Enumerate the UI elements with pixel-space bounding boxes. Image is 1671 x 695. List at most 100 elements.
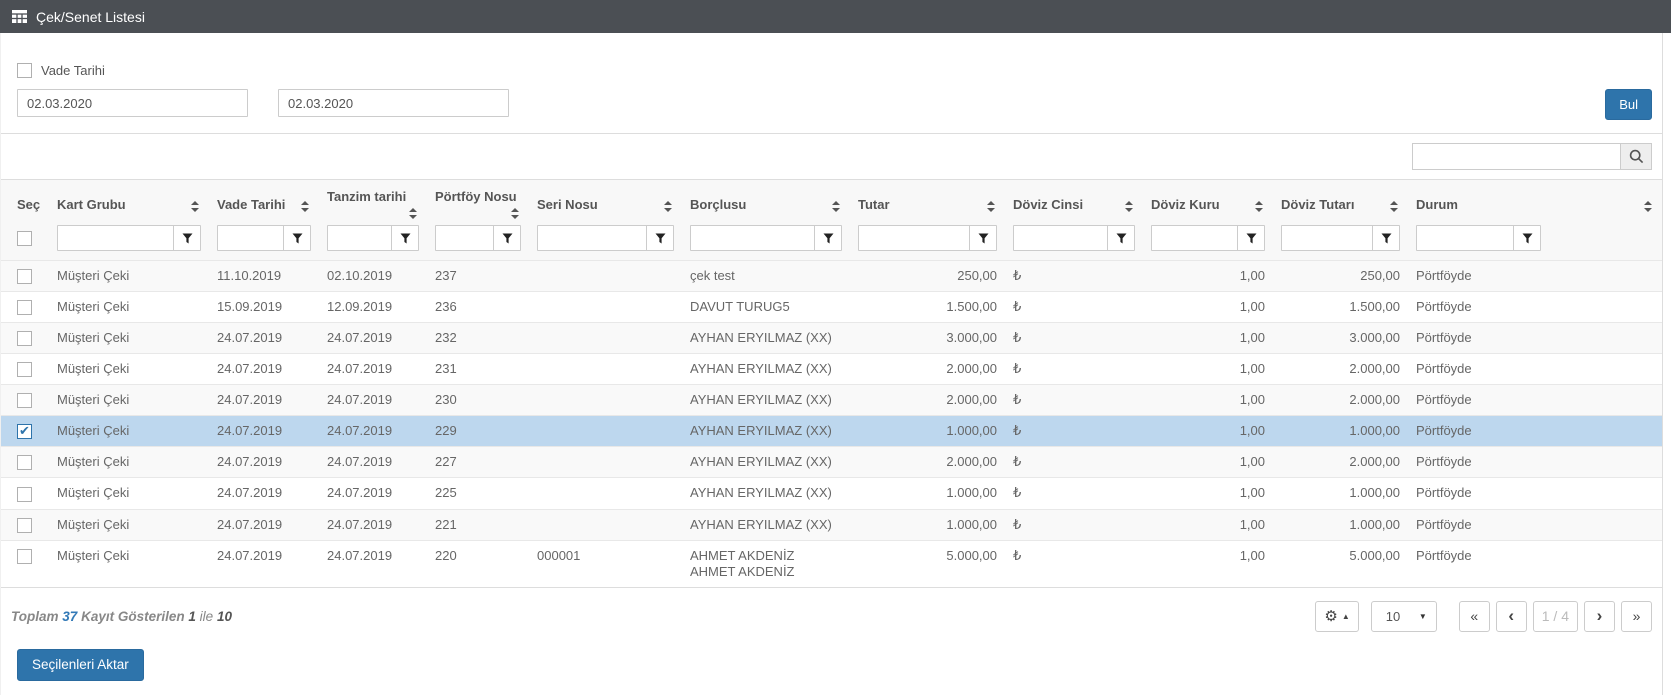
row-checkbox[interactable] <box>17 423 32 440</box>
column-header[interactable]: Kart Grubu <box>49 180 209 223</box>
row-checkbox[interactable] <box>17 455 32 471</box>
column-filter-input[interactable] <box>1014 226 1107 250</box>
column-filter-input[interactable] <box>538 226 646 250</box>
column-header[interactable]: Borçlusu <box>682 180 850 223</box>
cell-select <box>1 384 49 416</box>
cell-doviz-kuru: 1,00 <box>1143 259 1273 292</box>
cell-borclusu: AYHAN ERYILMAZ (XX) <box>682 353 850 385</box>
sort-icon[interactable] <box>1255 200 1263 212</box>
column-header[interactable]: Seç <box>1 180 49 223</box>
column-label: Tutar <box>858 196 890 212</box>
column-filter-button[interactable] <box>391 226 418 250</box>
funnel-icon <box>292 233 303 244</box>
column-header[interactable]: Seri Nosu <box>529 180 682 223</box>
date-from-input[interactable] <box>17 89 248 117</box>
cell-seri-nosu <box>529 291 682 323</box>
sort-icon[interactable] <box>1125 200 1133 212</box>
table-row[interactable]: Müşteri Çeki 11.10.2019 02.10.2019 237 ç… <box>1 259 1662 292</box>
column-filter-input[interactable] <box>218 226 283 250</box>
column-filter-button[interactable] <box>1237 226 1264 250</box>
table-row[interactable]: Müşteri Çeki 24.07.2019 24.07.2019 225 A… <box>1 477 1662 509</box>
search-button[interactable] <box>1620 143 1652 170</box>
column-filter-input[interactable] <box>859 226 969 250</box>
cell-durum: Pörtföyde <box>1408 291 1662 323</box>
cek-senet-table: Seç Kart Grubu Vade Tarihi Tanzim tarihi… <box>1 179 1662 587</box>
sort-icon[interactable] <box>409 208 417 219</box>
sort-icon[interactable] <box>191 200 199 212</box>
sort-icon[interactable] <box>1644 200 1652 212</box>
column-filter-button[interactable] <box>646 226 673 250</box>
table-row[interactable]: Müşteri Çeki 24.07.2019 24.07.2019 227 A… <box>1 446 1662 478</box>
row-checkbox[interactable] <box>17 517 32 533</box>
table-row[interactable]: Müşteri Çeki 24.07.2019 24.07.2019 229 A… <box>1 415 1662 447</box>
search-input[interactable] <box>1412 143 1620 170</box>
column-filter-button[interactable] <box>173 226 200 250</box>
cell-kart-grubu: Müşteri Çeki <box>49 291 209 323</box>
vade-tarihi-checkbox[interactable] <box>17 63 32 78</box>
cell-durum: Pörtföyde <box>1408 477 1662 509</box>
column-filter-button[interactable] <box>493 226 520 250</box>
export-selected-button[interactable]: Seçilenleri Aktar <box>17 648 144 681</box>
column-header[interactable]: Durum <box>1408 180 1662 223</box>
column-filter-input[interactable] <box>1152 226 1237 250</box>
table-row[interactable]: Müşteri Çeki 24.07.2019 24.07.2019 220 0… <box>1 539 1662 587</box>
column-header[interactable]: Pörtföy Nosu <box>427 180 529 223</box>
column-label: Borçlusu <box>690 196 747 212</box>
column-filter-button[interactable] <box>1107 226 1134 250</box>
sort-icon[interactable] <box>301 200 309 212</box>
date-to-input[interactable] <box>278 89 509 117</box>
cell-tanzim-tarihi: 24.07.2019 <box>319 415 427 447</box>
row-checkbox[interactable] <box>17 486 32 502</box>
column-filter-input[interactable] <box>436 226 493 250</box>
sort-icon[interactable] <box>987 200 995 212</box>
table-row[interactable]: Müşteri Çeki 24.07.2019 24.07.2019 221 A… <box>1 508 1662 541</box>
table-row[interactable]: Müşteri Çeki 24.07.2019 24.07.2019 232 A… <box>1 322 1662 354</box>
sort-icon[interactable] <box>664 200 672 212</box>
column-header[interactable]: Döviz Kuru <box>1143 180 1273 223</box>
cell-doviz-tutari: 5.000,00 <box>1273 539 1408 587</box>
column-filter-input[interactable] <box>1282 226 1372 250</box>
sort-icon[interactable] <box>511 208 519 219</box>
row-checkbox[interactable] <box>17 362 32 378</box>
column-filter-button[interactable] <box>814 226 841 250</box>
column-filter-button[interactable] <box>1513 226 1540 250</box>
row-checkbox[interactable] <box>17 548 32 564</box>
row-checkbox[interactable] <box>17 393 32 409</box>
column-filter <box>1151 225 1265 251</box>
sort-icon[interactable] <box>832 200 840 212</box>
next-page-button[interactable]: › <box>1584 600 1615 632</box>
column-header[interactable]: Tanzim tarihi <box>319 180 427 223</box>
column-filter-button[interactable] <box>969 226 996 250</box>
cell-doviz-tutari: 250,00 <box>1273 259 1408 292</box>
column-header[interactable]: Döviz Tutarı <box>1273 180 1408 223</box>
cell-doviz-tutari: 2.000,00 <box>1273 384 1408 416</box>
table-row[interactable]: Müşteri Çeki 24.07.2019 24.07.2019 230 A… <box>1 384 1662 416</box>
cell-portfoy-nosu: 237 <box>427 259 529 292</box>
first-page-button[interactable]: « <box>1458 600 1490 632</box>
sort-icon[interactable] <box>1390 200 1398 212</box>
find-button[interactable]: Bul <box>1605 89 1652 120</box>
column-filter <box>217 225 311 251</box>
row-checkbox[interactable] <box>17 269 32 285</box>
prev-page-button[interactable]: ‹ <box>1495 600 1527 632</box>
row-checkbox[interactable] <box>17 331 32 347</box>
column-filter-input[interactable] <box>328 226 391 250</box>
column-header[interactable]: Vade Tarihi <box>209 180 319 223</box>
column-filter-input[interactable] <box>1417 226 1513 250</box>
column-filter-button[interactable] <box>1372 226 1399 250</box>
page-size-select[interactable]: 10 ▼ <box>1370 600 1437 632</box>
cell-tanzim-tarihi: 24.07.2019 <box>319 446 427 478</box>
select-all-checkbox[interactable] <box>17 231 32 247</box>
column-filter-input[interactable] <box>691 226 814 250</box>
table-row[interactable]: Müşteri Çeki 24.07.2019 24.07.2019 231 A… <box>1 353 1662 385</box>
columns-settings-button[interactable]: ⚙ ▲ <box>1315 600 1359 632</box>
cell-doviz-tutari: 1.000,00 <box>1273 508 1408 541</box>
column-header[interactable]: Döviz Cinsi <box>1005 180 1143 223</box>
table-row[interactable]: Müşteri Çeki 15.09.2019 12.09.2019 236 D… <box>1 291 1662 323</box>
column-filter-input[interactable] <box>58 226 173 250</box>
column-header[interactable]: Tutar <box>850 180 1005 223</box>
column-filter-button[interactable] <box>283 226 310 250</box>
last-page-button[interactable]: » <box>1621 600 1652 632</box>
row-checkbox[interactable] <box>17 300 32 316</box>
filter-cell <box>1 222 49 261</box>
